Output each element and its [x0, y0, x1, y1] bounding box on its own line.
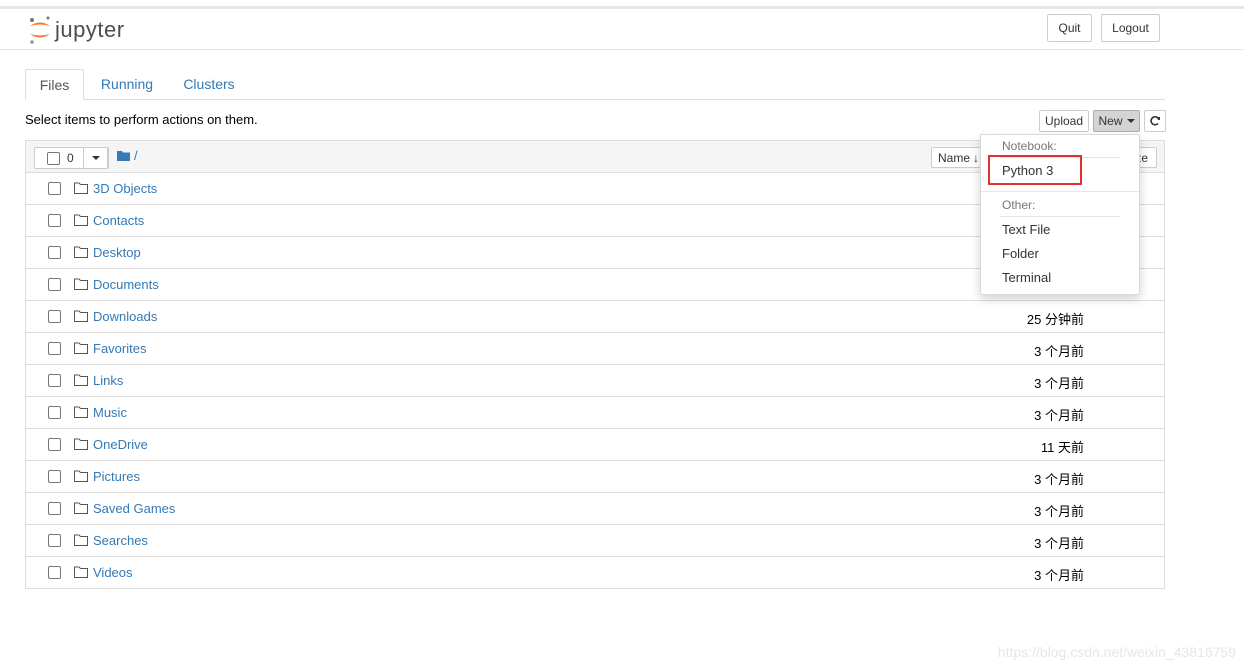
file-row[interactable]: Searches 3 个月前	[26, 525, 1164, 557]
folder-icon	[74, 502, 88, 514]
divider	[1000, 216, 1120, 217]
new-dropdown-menu: Notebook: Python 3 Other: Text File Fold…	[980, 134, 1140, 295]
row-checkbox[interactable]	[48, 214, 61, 227]
row-checkbox[interactable]	[48, 278, 61, 291]
file-name-link[interactable]: 3D Objects	[93, 181, 157, 196]
tab-clusters[interactable]: Clusters	[175, 69, 243, 99]
row-checkbox[interactable]	[48, 342, 61, 355]
file-name-link[interactable]: Music	[93, 405, 127, 420]
file-name-link[interactable]: Links	[93, 373, 123, 388]
file-row[interactable]: Favorites 3 个月前	[26, 333, 1164, 365]
row-checkbox[interactable]	[48, 438, 61, 451]
file-row[interactable]: Saved Games 3 个月前	[26, 493, 1164, 525]
folder-icon	[74, 182, 88, 194]
header: jupyter Quit Logout	[0, 9, 1244, 50]
select-dropdown-button[interactable]	[83, 147, 108, 169]
sort-name-button[interactable]: Name ↓	[931, 147, 987, 168]
folder-icon	[117, 151, 130, 161]
file-row[interactable]: Downloads 25 分钟前	[26, 301, 1164, 333]
file-row[interactable]: Links 3 个月前	[26, 365, 1164, 397]
file-modified-time: 3 个月前	[1034, 504, 1084, 519]
file-name-link[interactable]: Contacts	[93, 213, 144, 228]
folder-icon	[74, 470, 88, 482]
file-modified-time: 3 个月前	[1034, 408, 1084, 423]
selected-count: 0	[67, 151, 74, 165]
tab-bar: Files Running Clusters	[25, 69, 1165, 100]
tab-files[interactable]: Files	[25, 69, 84, 100]
row-checkbox[interactable]	[48, 310, 61, 323]
jupyter-logo-icon	[30, 16, 50, 44]
file-row[interactable]: OneDrive 11 天前	[26, 429, 1164, 461]
logo-text: jupyter	[55, 17, 125, 42]
divider	[981, 191, 1139, 192]
folder-icon	[74, 534, 88, 546]
row-checkbox[interactable]	[48, 534, 61, 547]
file-row[interactable]: Pictures 3 个月前	[26, 461, 1164, 493]
folder-icon	[74, 310, 88, 322]
file-row[interactable]: Music 3 个月前	[26, 397, 1164, 429]
file-modified-time: 11 天前	[1040, 440, 1084, 455]
row-checkbox[interactable]	[48, 374, 61, 387]
other-section-header: Other:	[1002, 198, 1036, 212]
notebook-section-header: Notebook:	[1002, 139, 1057, 153]
file-modified-time: 3 个月前	[1034, 472, 1084, 487]
file-name-link[interactable]: Saved Games	[93, 501, 175, 516]
tab-running[interactable]: Running	[92, 69, 162, 99]
folder-icon	[74, 246, 88, 258]
quit-button[interactable]: Quit	[1047, 14, 1092, 42]
file-name-link[interactable]: Pictures	[93, 469, 140, 484]
folder-icon	[74, 406, 88, 418]
breadcrumb-root[interactable]: /	[134, 148, 138, 163]
select-all-checkbox[interactable]	[47, 151, 60, 165]
file-name-link[interactable]: OneDrive	[93, 437, 148, 452]
selection-hint: Select items to perform actions on them.	[25, 112, 258, 127]
file-modified-time: 3 个月前	[1034, 568, 1084, 583]
folder-icon	[74, 374, 88, 386]
file-modified-time: 3 个月前	[1034, 536, 1084, 551]
file-modified-time: 25 分钟前	[1026, 312, 1084, 327]
row-checkbox[interactable]	[48, 246, 61, 259]
file-name-link[interactable]: Favorites	[93, 341, 146, 356]
folder-icon	[74, 214, 88, 226]
refresh-icon	[1150, 116, 1160, 126]
arrow-down-icon: ↓	[973, 150, 980, 165]
watermark: https://blog.csdn.net/weixin_43816759	[997, 644, 1236, 660]
row-checkbox[interactable]	[48, 406, 61, 419]
sort-name-label: Name	[938, 150, 971, 165]
folder-icon	[74, 342, 88, 354]
menu-item-folder[interactable]: Folder	[1002, 246, 1039, 261]
file-name-link[interactable]: Videos	[93, 565, 133, 580]
jupyter-logo[interactable]: jupyter	[28, 15, 125, 45]
menu-item-python3[interactable]: Python 3	[1002, 163, 1053, 178]
caret-down-icon	[1126, 119, 1135, 123]
folder-icon	[74, 278, 88, 290]
file-name-link[interactable]: Desktop	[93, 245, 141, 260]
row-checkbox[interactable]	[48, 182, 61, 195]
file-name-link[interactable]: Downloads	[93, 309, 157, 324]
upload-button[interactable]: Upload	[1039, 110, 1089, 132]
file-row[interactable]: Videos 3 个月前	[26, 557, 1164, 589]
folder-icon	[74, 438, 88, 450]
row-checkbox[interactable]	[48, 566, 61, 579]
file-name-link[interactable]: Documents	[93, 277, 159, 292]
new-label: New	[1098, 114, 1123, 128]
folder-icon	[74, 566, 88, 578]
row-checkbox[interactable]	[48, 470, 61, 483]
caret-down-icon	[91, 156, 100, 160]
menu-item-text-file[interactable]: Text File	[1002, 222, 1050, 237]
new-dropdown-button[interactable]: New	[1093, 110, 1140, 132]
logout-button[interactable]: Logout	[1101, 14, 1160, 42]
file-modified-time: 3 个月前	[1034, 344, 1084, 359]
file-modified-time: 3 个月前	[1034, 376, 1084, 391]
row-checkbox[interactable]	[48, 502, 61, 515]
file-name-link[interactable]: Searches	[93, 533, 148, 548]
menu-item-terminal[interactable]: Terminal	[1002, 270, 1051, 285]
refresh-button[interactable]	[1144, 110, 1166, 132]
